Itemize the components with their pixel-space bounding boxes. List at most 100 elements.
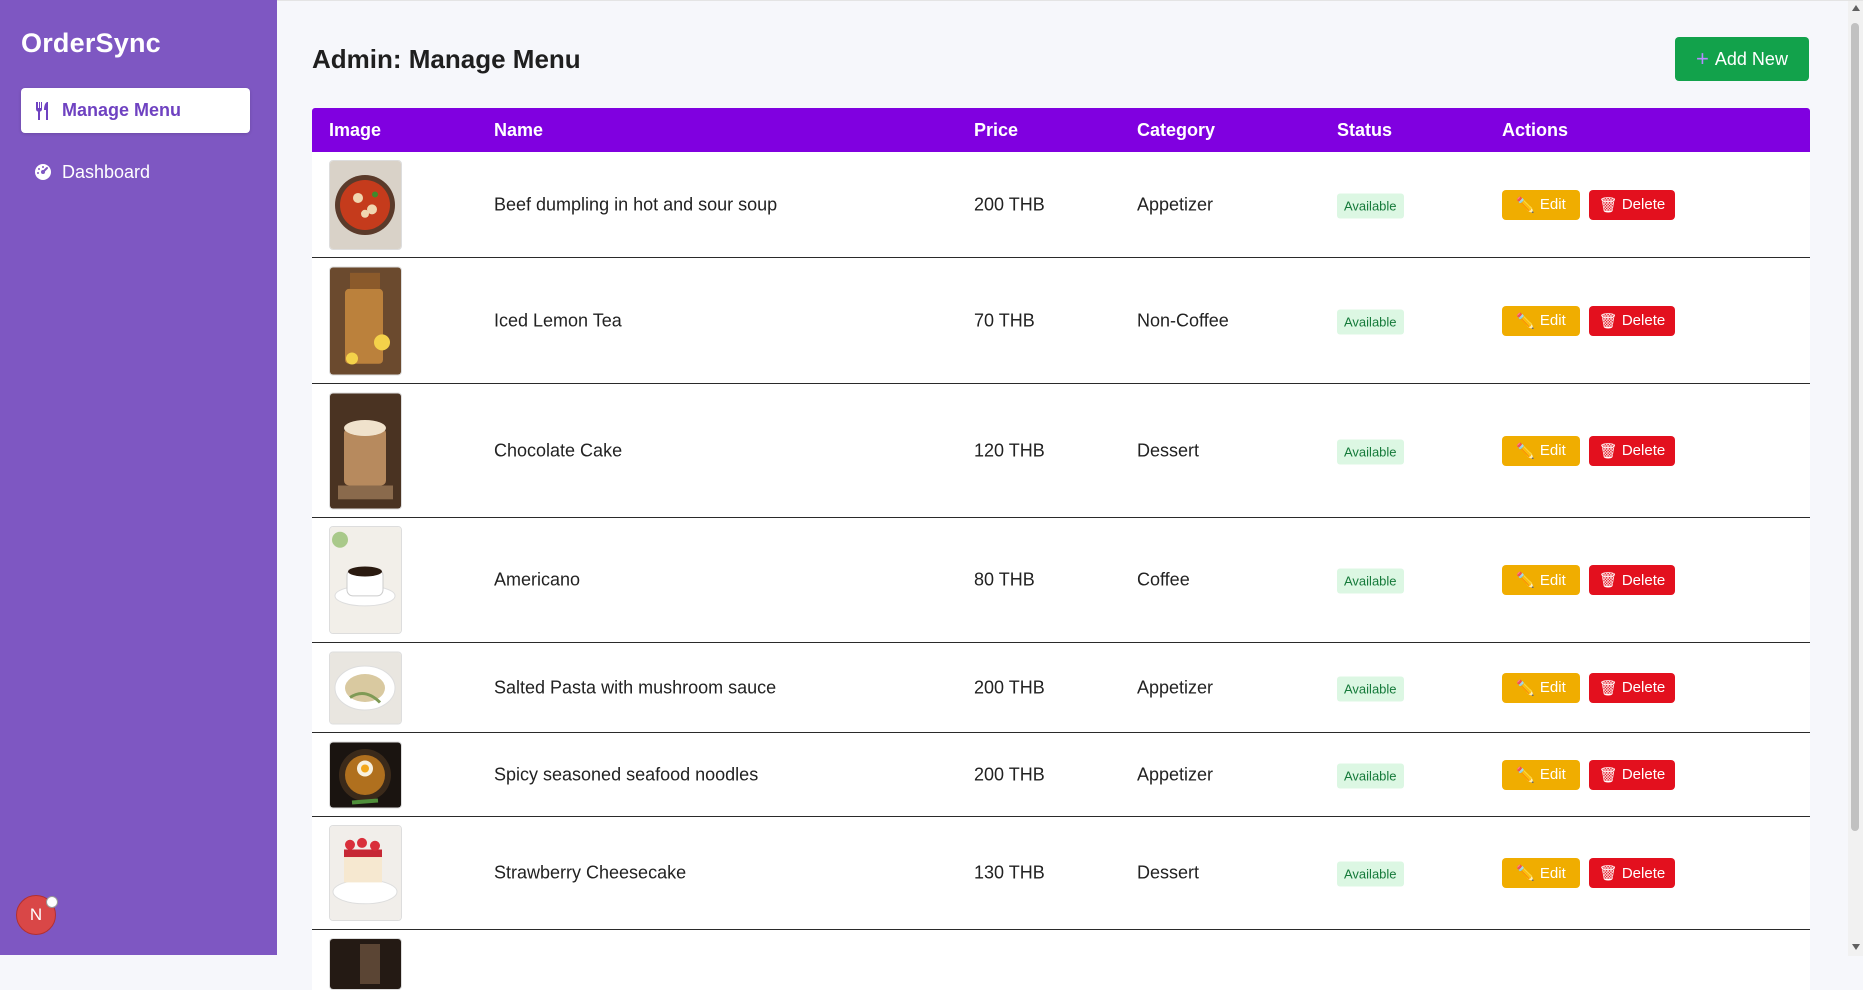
utensils-icon [36, 101, 48, 120]
status-badge: Available [1337, 309, 1404, 334]
actions-cell: ✏️ Edit 🗑 Delete [1502, 189, 1675, 220]
pencil-icon: ✏️ [1516, 865, 1535, 882]
delete-label: Delete [1621, 864, 1666, 882]
actions-cell: ✏️ Edit 🗑 Delete [1502, 858, 1675, 888]
main-content: Admin: Manage Menu + Add New Image Name … [277, 0, 1863, 990]
menu-item-image [329, 392, 402, 509]
actions-cell: ✏️ Edit 🗑 Delete [1502, 565, 1675, 595]
trash-icon: 🗑 [1598, 312, 1618, 330]
table-row: Strawberry Cheesecake 130 THB Dessert Av… [312, 817, 1810, 930]
menu-item-name: Chocolate Cake [494, 440, 623, 460]
edit-button[interactable]: ✏️ Edit [1502, 565, 1580, 595]
edit-label: Edit [1539, 442, 1566, 459]
menu-item-name: Spicy seasoned seafood noodles [494, 764, 759, 784]
sidebar-item-label: Dashboard [62, 161, 151, 182]
trash-icon: 🗑 [1598, 442, 1618, 460]
menu-item-price: 200 THB [974, 677, 1045, 697]
delete-button[interactable]: 🗑 Delete [1589, 189, 1675, 220]
noodle-bowl-image [330, 742, 401, 807]
column-header-actions: Actions [1502, 120, 1569, 140]
scroll-down-arrow-icon[interactable] [1852, 944, 1860, 950]
actions-cell: ✏️ Edit 🗑 Delete [1502, 305, 1675, 336]
actions-cell: ✏️ Edit 🗑 Delete [1502, 435, 1675, 466]
delete-label: Delete [1621, 766, 1666, 783]
table-row [312, 930, 1810, 990]
menu-item-name: Iced Lemon Tea [494, 310, 622, 330]
status-cell: Available [1337, 763, 1404, 788]
edit-button[interactable]: ✏️ Edit [1502, 759, 1580, 790]
table-row: Beef dumpling in hot and sour soup 200 T… [312, 152, 1810, 258]
delete-button[interactable]: 🗑 Delete [1589, 305, 1675, 336]
edit-button[interactable]: ✏️ Edit [1502, 435, 1580, 466]
actions-cell: ✏️ Edit 🗑 Delete [1502, 672, 1675, 703]
status-cell: Available [1337, 193, 1404, 218]
menu-item-category: Dessert [1137, 862, 1200, 883]
delete-label: Delete [1621, 196, 1666, 213]
delete-button[interactable]: 🗑 Delete [1589, 672, 1675, 703]
edit-label: Edit [1539, 196, 1566, 213]
sidebar-item-label: Manage Menu [62, 100, 182, 120]
status-badge: Available [1337, 861, 1404, 887]
status-badge: Available [1337, 439, 1404, 464]
edit-button[interactable]: ✏️ Edit [1502, 189, 1580, 220]
delete-label: Delete [1621, 442, 1666, 459]
column-header-price: Price [974, 120, 1019, 140]
edit-label: Edit [1539, 679, 1566, 696]
trash-icon: 🗑 [1598, 865, 1618, 882]
gauge-icon [35, 164, 51, 180]
menu-item-image [329, 741, 402, 808]
edit-button[interactable]: ✏️ Edit [1502, 858, 1580, 888]
status-cell: Available [1337, 861, 1404, 887]
menu-item-category: Appetizer [1137, 194, 1214, 214]
menu-item-price: 120 THB [974, 440, 1045, 460]
menu-item-category: Coffee [1137, 569, 1190, 590]
sidebar-item-dashboard[interactable]: Dashboard [21, 152, 250, 192]
scroll-thumb[interactable] [1851, 23, 1859, 831]
delete-button[interactable]: 🗑 Delete [1589, 858, 1675, 888]
trash-icon: 🗑 [1598, 572, 1618, 589]
scrollbar[interactable] [1848, 1, 1863, 956]
table-row: Spicy seasoned seafood noodles 200 THB A… [312, 733, 1810, 817]
table-body: Beef dumpling in hot and sour soup 200 T… [312, 152, 1810, 990]
status-cell: Available [1337, 439, 1404, 464]
delete-label: Delete [1621, 679, 1666, 696]
edit-button[interactable]: ✏️ Edit [1502, 672, 1580, 703]
edit-button[interactable]: ✏️ Edit [1502, 305, 1580, 336]
brand-logo[interactable]: OrderSync [21, 28, 161, 59]
menu-item-name: Americano [494, 569, 581, 590]
status-cell: Available [1337, 309, 1404, 334]
edit-label: Edit [1539, 766, 1566, 783]
menu-item-price: 200 THB [974, 764, 1045, 784]
status-cell: Available [1337, 568, 1404, 594]
column-header-name: Name [494, 120, 544, 140]
delete-label: Delete [1621, 571, 1666, 589]
mocha-drink-image [330, 393, 401, 508]
menu-item-image [329, 266, 402, 375]
status-cell: Available [1337, 676, 1404, 701]
menu-item-price: 80 THB [974, 569, 1035, 590]
delete-button[interactable]: 🗑 Delete [1589, 565, 1675, 595]
pasta-image [330, 652, 401, 723]
status-badge: Available [1337, 676, 1404, 701]
trash-icon: 🗑 [1598, 196, 1618, 214]
sidebar: OrderSync Manage Menu Dashboard N [0, 0, 277, 955]
trash-icon: 🗑 [1598, 766, 1618, 784]
menu-item-category: Non-Coffee [1137, 310, 1229, 330]
status-badge: Available [1337, 193, 1404, 218]
pencil-icon: ✏️ [1516, 572, 1535, 589]
menu-item-image [329, 526, 402, 634]
scroll-up-arrow-icon[interactable] [1852, 5, 1860, 11]
edit-label: Edit [1539, 864, 1566, 882]
iced-tea-image [330, 267, 401, 374]
pencil-icon: ✏️ [1516, 766, 1535, 784]
pencil-icon: ✏️ [1516, 196, 1535, 214]
delete-button[interactable]: 🗑 Delete [1589, 435, 1675, 466]
page-title: Admin: Manage Menu [312, 44, 581, 74]
menu-item-category: Dessert [1137, 440, 1200, 460]
menu-item-name: Beef dumpling in hot and sour soup [494, 194, 778, 214]
plus-icon: + [1696, 46, 1709, 71]
sidebar-item-manage-menu[interactable]: Manage Menu [21, 88, 250, 133]
add-new-button[interactable]: + Add New [1675, 37, 1809, 81]
column-header-category: Category [1137, 120, 1216, 140]
delete-button[interactable]: 🗑 Delete [1589, 759, 1675, 790]
